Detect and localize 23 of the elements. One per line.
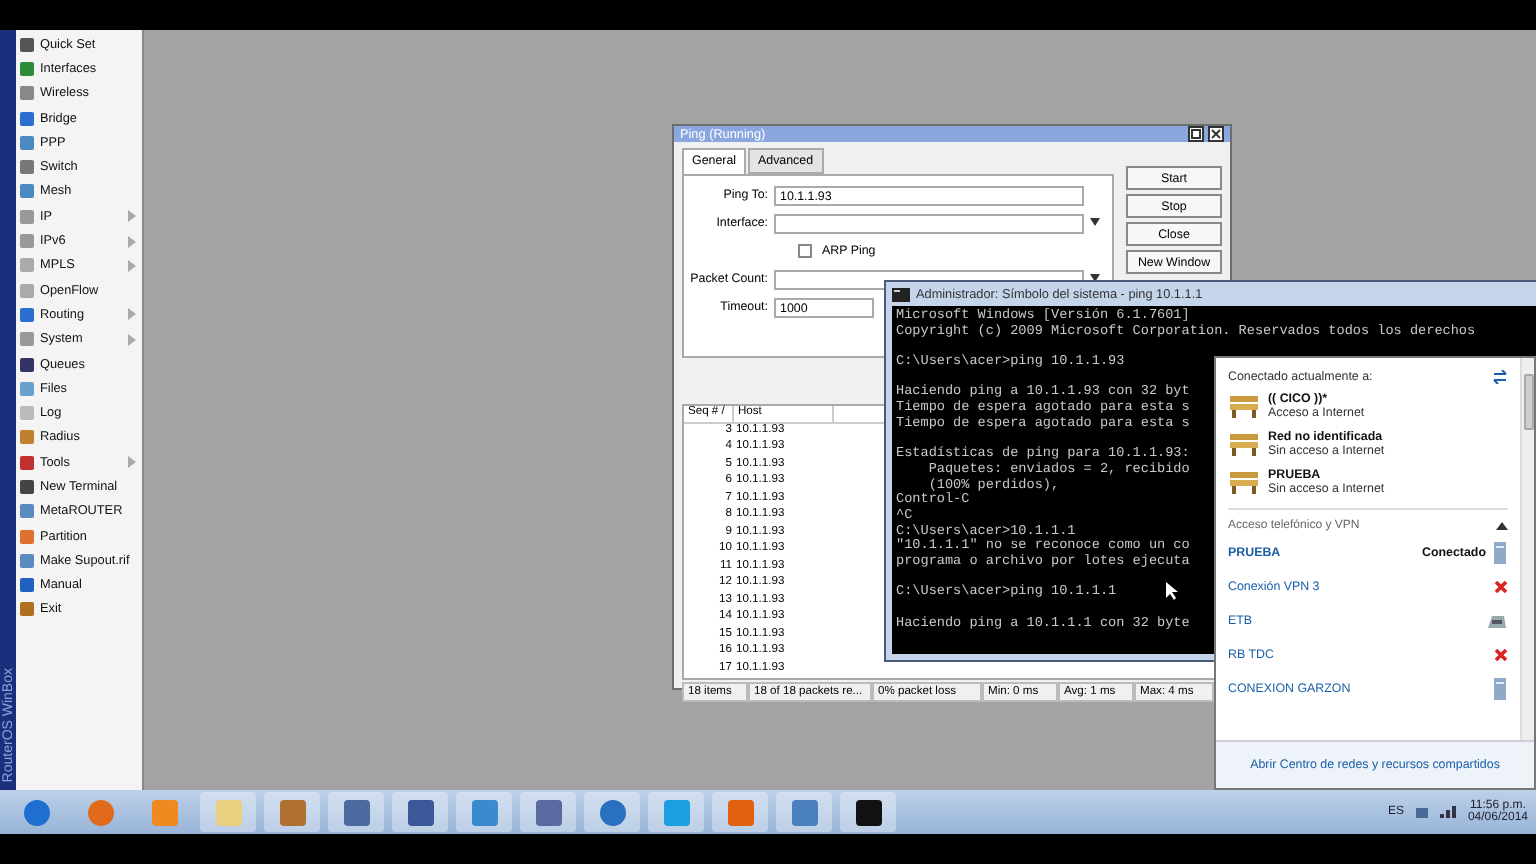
submenu-arrow-icon <box>128 456 136 469</box>
console-icon <box>892 287 910 301</box>
server-icon <box>1492 678 1508 700</box>
signal-bars-icon[interactable] <box>1439 806 1456 818</box>
network-bench-icon <box>1228 432 1260 456</box>
network-bench-icon <box>1228 470 1260 494</box>
x-mark-icon <box>1494 648 1508 662</box>
dropdown-arrow-icon[interactable] <box>1084 218 1104 228</box>
refresh-arrows-icon[interactable] <box>1492 369 1508 383</box>
mouse-pointer-icon <box>1166 582 1178 600</box>
taskbar-app-icon[interactable] <box>840 792 896 832</box>
network-bench-icon <box>1228 394 1260 418</box>
dropdown-arrow-icon[interactable] <box>1084 274 1104 284</box>
maximize-icon[interactable] <box>1188 126 1204 142</box>
tray-icon[interactable] <box>1415 807 1428 817</box>
x-mark-icon <box>1494 580 1508 594</box>
server-icon <box>1492 542 1508 564</box>
scrollbar[interactable] <box>1520 358 1534 740</box>
modem-icon <box>1486 613 1508 629</box>
checkbox[interactable] <box>798 244 812 258</box>
collapse-chevron-icon[interactable] <box>1496 521 1508 529</box>
dropdown-field[interactable] <box>774 213 1084 233</box>
close-icon[interactable] <box>1208 126 1224 142</box>
